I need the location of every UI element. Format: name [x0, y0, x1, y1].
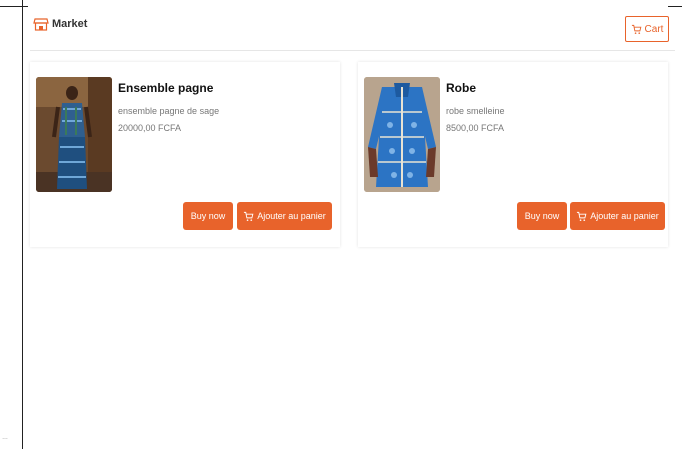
add-to-cart-button[interactable]: Ajouter au panier [570, 202, 665, 230]
editor-rule-right [668, 6, 682, 7]
brand-name: Market [52, 18, 88, 30]
product-image[interactable] [364, 77, 440, 192]
product-title: Ensemble pagne [118, 81, 214, 95]
brand[interactable]: Market [33, 16, 87, 32]
editor-divider [22, 0, 23, 449]
product-price: 20000,00 FCFA [118, 123, 182, 133]
buy-now-label: Buy now [190, 211, 226, 221]
corner-mark: … [2, 435, 8, 441]
app-header: Market Cart [30, 10, 675, 51]
cart-plus-icon [244, 211, 254, 221]
cart-plus-icon [577, 211, 587, 221]
product-card: Robe robe smelleine 8500,00 FCFA Buy now… [358, 62, 668, 247]
add-to-cart-button[interactable]: Ajouter au panier [237, 202, 332, 230]
buy-now-label: Buy now [524, 211, 560, 221]
product-description: robe smelleine [446, 106, 505, 116]
product-price: 8500,00 FCFA [446, 123, 505, 133]
buy-now-button[interactable]: Buy now [183, 202, 233, 230]
add-to-cart-label: Ajouter au panier [590, 211, 659, 221]
cart-label: Cart [644, 23, 664, 35]
product-title: Robe [446, 81, 476, 95]
store-icon [33, 16, 49, 32]
product-description: ensemble pagne de sage [118, 106, 220, 116]
add-to-cart-label: Ajouter au panier [257, 211, 326, 221]
buy-now-button[interactable]: Buy now [517, 202, 567, 230]
product-image[interactable] [36, 77, 112, 192]
app-frame: … Market Cart Ensemble pagne ensemble pa… [0, 0, 682, 449]
cart-button[interactable]: Cart [625, 16, 669, 42]
product-grid: Ensemble pagne ensemble pagne de sage 20… [30, 62, 675, 247]
editor-rule-left [0, 6, 28, 7]
product-card: Ensemble pagne ensemble pagne de sage 20… [30, 62, 340, 247]
cart-icon [631, 24, 641, 34]
